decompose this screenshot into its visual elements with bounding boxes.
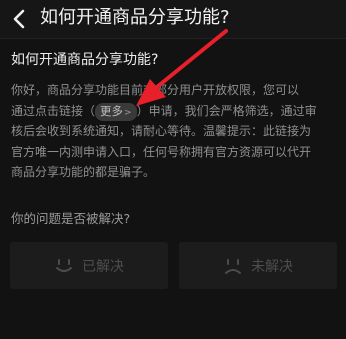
- article-line-2-prefix: 通过点击链接（: [11, 103, 96, 118]
- chevron-right-icon: >: [124, 107, 132, 118]
- more-link-label: 更多: [100, 103, 124, 118]
- article-line-3: 核后会收到系统通知，请耐心等待。温馨提示：此链接为: [11, 124, 312, 138]
- unresolved-button[interactable]: 未解决: [179, 242, 337, 289]
- header-divider: [0, 38, 346, 39]
- top-bar: 如何开通商品分享功能?: [0, 0, 346, 38]
- back-button[interactable]: [8, 8, 30, 30]
- article-line-2-suffix: ）申请，我们会严格筛选，通过审: [136, 103, 317, 118]
- resolved-label: 已解决: [82, 258, 124, 275]
- unresolved-label: 未解决: [251, 258, 293, 275]
- feedback-question: 你的问题是否被解决?: [11, 211, 131, 226]
- article-line-5: 商品分享功能的都是骗子。: [11, 165, 156, 179]
- article-body: 你好，商品分享功能目前对部分用户开放权限，您可以 通过点击链接（ 更多> ）申请，我…: [11, 80, 339, 183]
- article-line-2: 通过点击链接（ 更多> ）申请，我们会严格筛选，通过审: [11, 101, 339, 122]
- article-line-4: 官方唯一内测申请入口，任何号称拥有官方资源可以代开: [11, 144, 312, 159]
- article-line-1: 你好，商品分享功能目前对部分用户开放权限，您可以: [11, 83, 300, 97]
- chevron-left-icon: [13, 9, 25, 29]
- smile-icon: [56, 258, 72, 272]
- resolved-button[interactable]: 已解决: [10, 242, 168, 289]
- article-question: 如何开通商品分享功能?: [11, 52, 159, 68]
- more-link[interactable]: 更多>: [95, 102, 137, 121]
- frown-icon: [225, 258, 241, 274]
- page-title: 如何开通商品分享功能?: [40, 7, 230, 28]
